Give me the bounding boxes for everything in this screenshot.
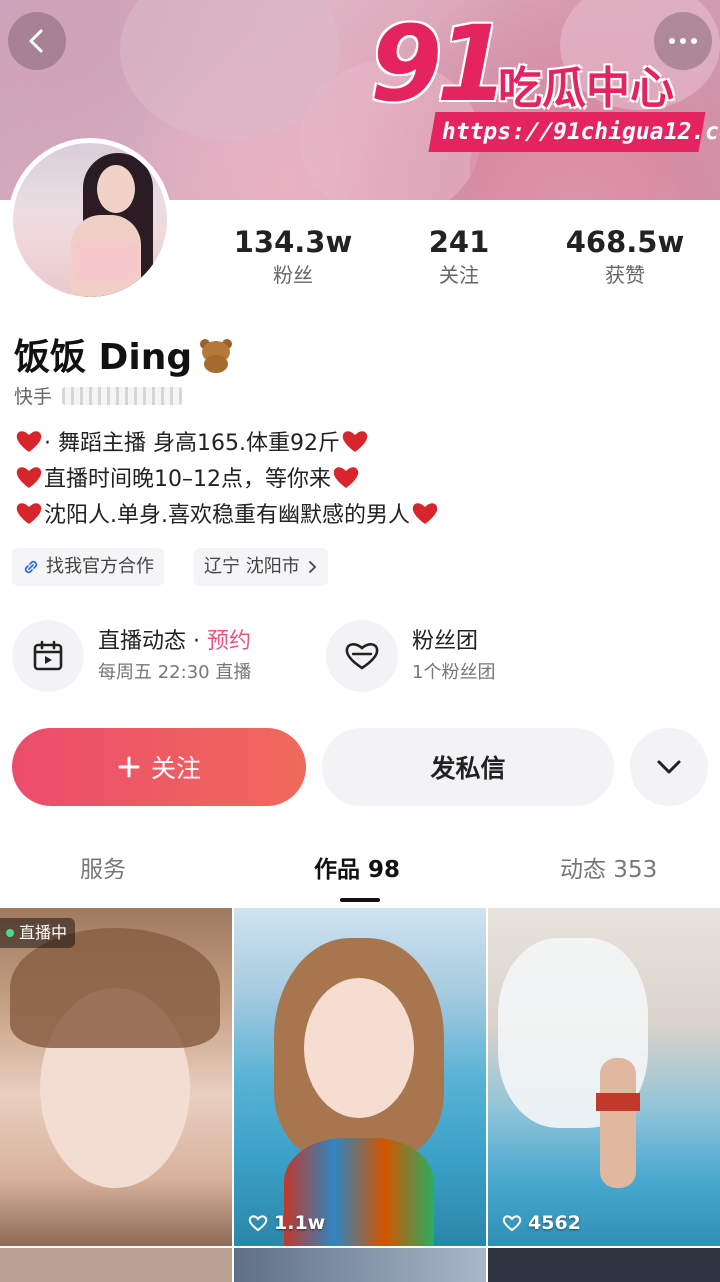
fan-club-title: 粉丝团 bbox=[412, 629, 479, 654]
live-title-row: 直播动态 · 预约 bbox=[98, 625, 251, 659]
video-thumbnail[interactable]: 4562 bbox=[488, 908, 720, 1246]
active-tab-indicator bbox=[340, 898, 380, 902]
chevron-down-icon bbox=[657, 760, 681, 774]
video-thumbnail[interactable]: 1.1w bbox=[234, 908, 486, 1246]
video-thumbnail[interactable] bbox=[234, 1248, 486, 1282]
bio-line: · 舞蹈主播 身高165.体重92斤 bbox=[14, 426, 704, 462]
watermark-logo: 91 吃瓜中心 https://91chigua12.com bbox=[370, 12, 720, 158]
watermark-url: https://91chigua12.com bbox=[428, 112, 720, 152]
bio-text: 沈阳人.单身.喜欢稳重有幽默感的男人 bbox=[44, 503, 410, 528]
stat-value: 134.3w bbox=[233, 225, 353, 259]
bio-text: 直播时间晚10–12点，等你来 bbox=[44, 467, 331, 492]
cooperate-label: 找我官方合作 bbox=[46, 556, 154, 577]
heart-icon bbox=[16, 503, 42, 524]
chevron-left-icon bbox=[29, 29, 43, 53]
message-button[interactable]: 发私信 bbox=[322, 728, 614, 806]
heart-outline-icon bbox=[502, 1215, 522, 1232]
bio-line: 直播时间晚10–12点，等你来 bbox=[14, 462, 704, 498]
location-label: 辽宁 沈阳市 bbox=[204, 556, 300, 577]
avatar-figure bbox=[97, 165, 135, 213]
video-thumbnail[interactable] bbox=[488, 1248, 720, 1282]
platform-label: 快手 bbox=[14, 386, 53, 408]
heart-outline-icon bbox=[345, 643, 379, 670]
video-thumbnail[interactable]: 直播中 bbox=[0, 908, 232, 1246]
more-options-button[interactable] bbox=[630, 728, 708, 806]
tab-services[interactable]: 服务 bbox=[80, 850, 126, 884]
live-subtitle: 每周五 22:30 直播 bbox=[98, 662, 252, 683]
blurred-id bbox=[62, 387, 183, 405]
reserve-link[interactable]: 预约 bbox=[207, 629, 251, 654]
stat-value: 241 bbox=[428, 225, 490, 259]
plus-icon bbox=[118, 756, 140, 778]
tab-moments[interactable]: 动态 353 bbox=[560, 850, 657, 884]
calendar-button bbox=[12, 620, 84, 692]
thumbnail-figure bbox=[600, 1058, 636, 1188]
bio-text: · 舞蹈主播 身高165.体重92斤 bbox=[44, 431, 340, 456]
link-icon bbox=[24, 560, 38, 574]
teddy-bear-icon bbox=[198, 339, 234, 373]
chevron-right-icon bbox=[308, 561, 317, 573]
likes-count: 1.1w bbox=[274, 1212, 326, 1234]
live-badge-text: 直播中 bbox=[19, 923, 68, 942]
profile-name-text: 饭饭 Ding bbox=[14, 337, 193, 378]
live-schedule[interactable]: 直播动态 · 预约 每周五 22:30 直播 bbox=[12, 618, 251, 694]
likes-count: 4562 bbox=[528, 1212, 581, 1234]
watermark-number: 91 bbox=[370, 3, 509, 125]
tab-works[interactable]: 作品 98 bbox=[314, 850, 400, 884]
stat-likes[interactable]: 468.5w 获赞 bbox=[545, 224, 705, 290]
heart-outline-icon bbox=[248, 1215, 268, 1232]
live-dot-icon bbox=[6, 929, 14, 937]
avatar-figure bbox=[73, 241, 137, 281]
fan-club-subtitle: 1个粉丝团 bbox=[412, 662, 496, 683]
live-title: 直播动态 bbox=[98, 629, 187, 654]
stat-value: 468.5w bbox=[565, 225, 685, 259]
thumbnail-figure bbox=[304, 978, 414, 1118]
video-likes: 1.1w bbox=[248, 1212, 325, 1234]
follow-button[interactable]: 关注 bbox=[12, 728, 306, 806]
video-likes: 4562 bbox=[502, 1212, 581, 1234]
heart-icon bbox=[333, 467, 359, 488]
heart-icon bbox=[16, 467, 42, 488]
fan-club[interactable]: 粉丝团 1个粉丝团 bbox=[326, 618, 495, 694]
heart-icon bbox=[342, 431, 368, 452]
platform-id: 快手 bbox=[14, 382, 183, 409]
follow-label: 关注 bbox=[150, 754, 201, 783]
cooperate-chip[interactable]: 找我官方合作 bbox=[12, 548, 164, 586]
avatar[interactable] bbox=[8, 138, 172, 302]
stat-following[interactable]: 241 关注 bbox=[379, 224, 539, 290]
calendar-icon bbox=[33, 640, 63, 671]
live-separator: · bbox=[186, 629, 207, 654]
bio-line: 沈阳人.单身.喜欢稳重有幽默感的男人 bbox=[14, 498, 704, 534]
back-button[interactable] bbox=[8, 12, 66, 70]
stat-fans[interactable]: 134.3w 粉丝 bbox=[213, 224, 373, 290]
message-label: 发私信 bbox=[430, 754, 506, 783]
heart-icon bbox=[16, 431, 42, 452]
profile-name: 饭饭 Ding bbox=[14, 328, 234, 380]
stat-label: 获赞 bbox=[605, 263, 645, 287]
live-badge: 直播中 bbox=[0, 918, 76, 948]
heart-icon bbox=[412, 503, 438, 524]
video-thumbnail[interactable] bbox=[0, 1248, 232, 1282]
thumbnail-figure bbox=[596, 1093, 640, 1111]
stat-label: 关注 bbox=[439, 263, 479, 287]
location-chip[interactable]: 辽宁 沈阳市 bbox=[194, 548, 328, 586]
fan-club-button bbox=[326, 620, 398, 692]
stat-label: 粉丝 bbox=[273, 263, 313, 287]
watermark-name: 吃瓜中心 bbox=[498, 63, 674, 114]
